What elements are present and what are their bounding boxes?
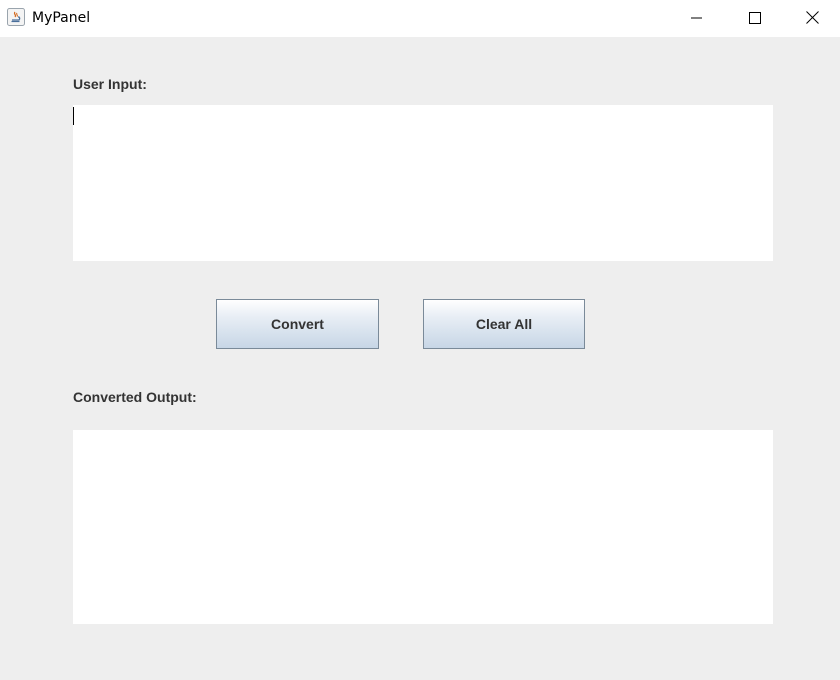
maximize-icon	[749, 9, 761, 28]
close-icon	[805, 9, 819, 28]
clear-all-button[interactable]: Clear All	[423, 299, 585, 349]
java-icon	[7, 8, 25, 26]
minimize-button[interactable]	[668, 0, 726, 37]
maximize-button[interactable]	[726, 0, 784, 37]
text-caret	[73, 107, 74, 125]
converted-output-field[interactable]	[73, 430, 773, 624]
convert-button[interactable]: Convert	[216, 299, 379, 349]
converted-output-label: Converted Output:	[73, 389, 197, 405]
minimize-icon	[691, 9, 703, 28]
title-bar: MyPanel	[0, 0, 840, 37]
main-panel: User Input: Convert Clear All Converted …	[0, 37, 840, 680]
close-button[interactable]	[784, 0, 840, 37]
user-input-label: User Input:	[73, 76, 147, 92]
window-title: MyPanel	[32, 10, 91, 26]
user-input-field[interactable]	[73, 105, 773, 261]
